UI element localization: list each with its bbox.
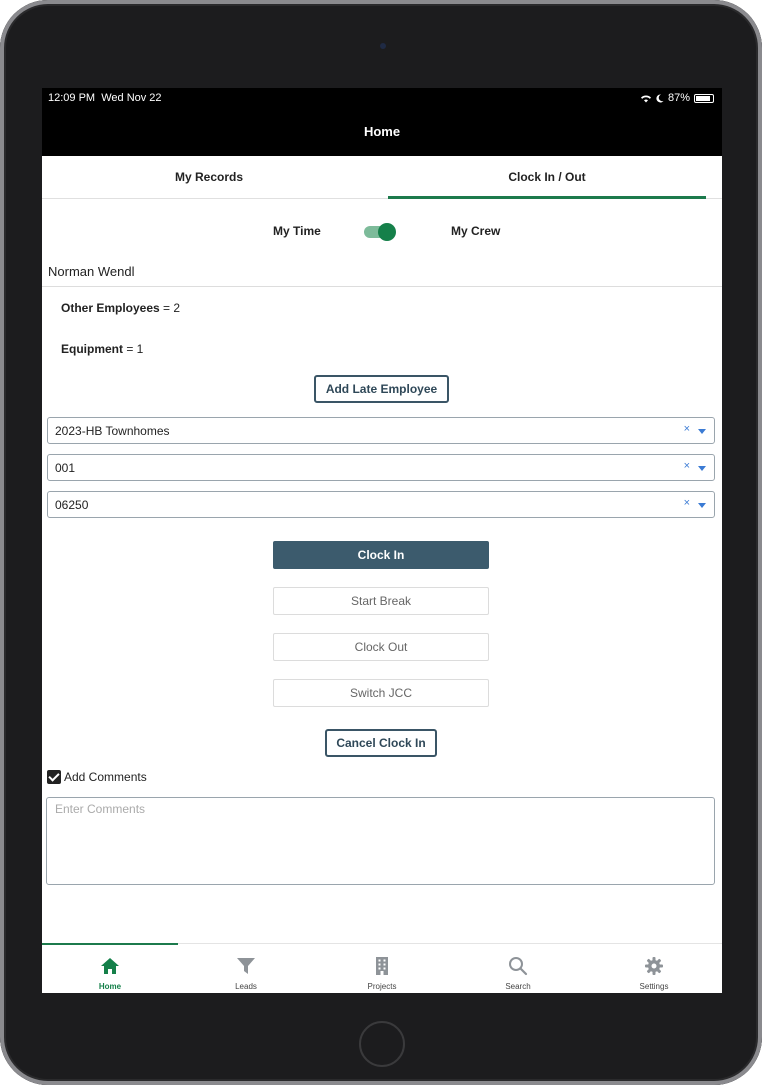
funnel-icon — [237, 958, 255, 974]
nav-search-label: Search — [505, 982, 531, 991]
clear-icon[interactable]: × — [684, 460, 690, 472]
phase-select-value: 001 — [55, 461, 76, 475]
cost-code-select-value: 06250 — [55, 498, 89, 512]
status-time: 12:09 PM Wed Nov 22 — [48, 92, 162, 104]
clock-in-button[interactable]: Clock In — [273, 541, 489, 569]
bottom-nav: Home Leads Projects Search Settings — [42, 943, 722, 993]
tab-clock-in-out-label: Clock In / Out — [508, 170, 586, 184]
chevron-down-icon[interactable] — [698, 429, 706, 434]
nav-search[interactable]: Search — [450, 944, 586, 993]
nav-home[interactable]: Home — [42, 944, 178, 993]
add-late-employee-button[interactable]: Add Late Employee — [314, 375, 449, 403]
switch-jcc-button[interactable]: Switch JCC — [273, 679, 489, 707]
tab-my-records[interactable]: My Records — [42, 156, 376, 199]
search-icon — [509, 957, 528, 976]
clear-icon[interactable]: × — [684, 423, 690, 435]
page-title: Home — [42, 108, 722, 156]
battery-percent: 87% — [667, 92, 690, 104]
equipment-count: Equipment = 1 — [61, 342, 144, 356]
wifi-icon — [640, 94, 651, 102]
nav-projects-label: Projects — [367, 982, 397, 991]
my-time-label: My Time — [273, 224, 321, 238]
battery-icon — [694, 93, 714, 103]
my-crew-toggle[interactable] — [364, 222, 396, 241]
tab-bar: My Records Clock In / Out — [42, 156, 722, 199]
front-camera — [380, 43, 386, 49]
my-crew-label: My Crew — [451, 224, 501, 238]
divider — [42, 286, 722, 287]
start-break-button[interactable]: Start Break — [273, 587, 489, 615]
active-tab-indicator — [388, 196, 706, 199]
project-select-value: 2023-HB Townhomes — [55, 424, 170, 438]
status-indicators: 87% — [640, 92, 714, 104]
home-icon — [101, 958, 119, 974]
building-icon — [376, 957, 388, 975]
clear-icon[interactable]: × — [684, 497, 690, 509]
nav-projects[interactable]: Projects — [314, 944, 450, 993]
nav-settings[interactable]: Settings — [586, 944, 722, 993]
nav-home-label: Home — [98, 982, 122, 991]
add-comments-label: Add Comments — [64, 770, 147, 784]
tab-clock-in-out[interactable]: Clock In / Out — [388, 156, 706, 199]
chevron-down-icon[interactable] — [698, 466, 706, 471]
tablet-frame: 12:09 PM Wed Nov 22 87% Home My Records … — [0, 0, 762, 1085]
phase-select[interactable]: 001 × — [47, 454, 715, 481]
add-comments-row: Add Comments — [47, 768, 147, 786]
add-comments-checkbox[interactable] — [47, 770, 61, 784]
time-crew-toggle-row: My Time My Crew — [42, 218, 722, 244]
comments-textarea[interactable] — [46, 797, 715, 885]
cancel-clock-in-button[interactable]: Cancel Clock In — [325, 729, 437, 757]
app-screen: 12:09 PM Wed Nov 22 87% Home My Records … — [42, 88, 722, 993]
nav-leads-label: Leads — [235, 982, 257, 991]
toggle-thumb — [378, 223, 396, 241]
gear-icon — [645, 957, 663, 975]
moon-icon — [656, 93, 664, 102]
chevron-down-icon[interactable] — [698, 503, 706, 508]
status-bar: 12:09 PM Wed Nov 22 87% — [42, 88, 722, 108]
project-select[interactable]: 2023-HB Townhomes × — [47, 417, 715, 444]
user-name: Norman Wendl — [48, 264, 135, 279]
other-employees-count: Other Employees = 2 — [61, 301, 181, 315]
nav-leads[interactable]: Leads — [178, 944, 314, 993]
nav-settings-label: Settings — [639, 982, 669, 991]
cost-code-select[interactable]: 06250 × — [47, 491, 715, 518]
clock-out-button[interactable]: Clock Out — [273, 633, 489, 661]
hardware-home-button[interactable] — [359, 1021, 405, 1067]
